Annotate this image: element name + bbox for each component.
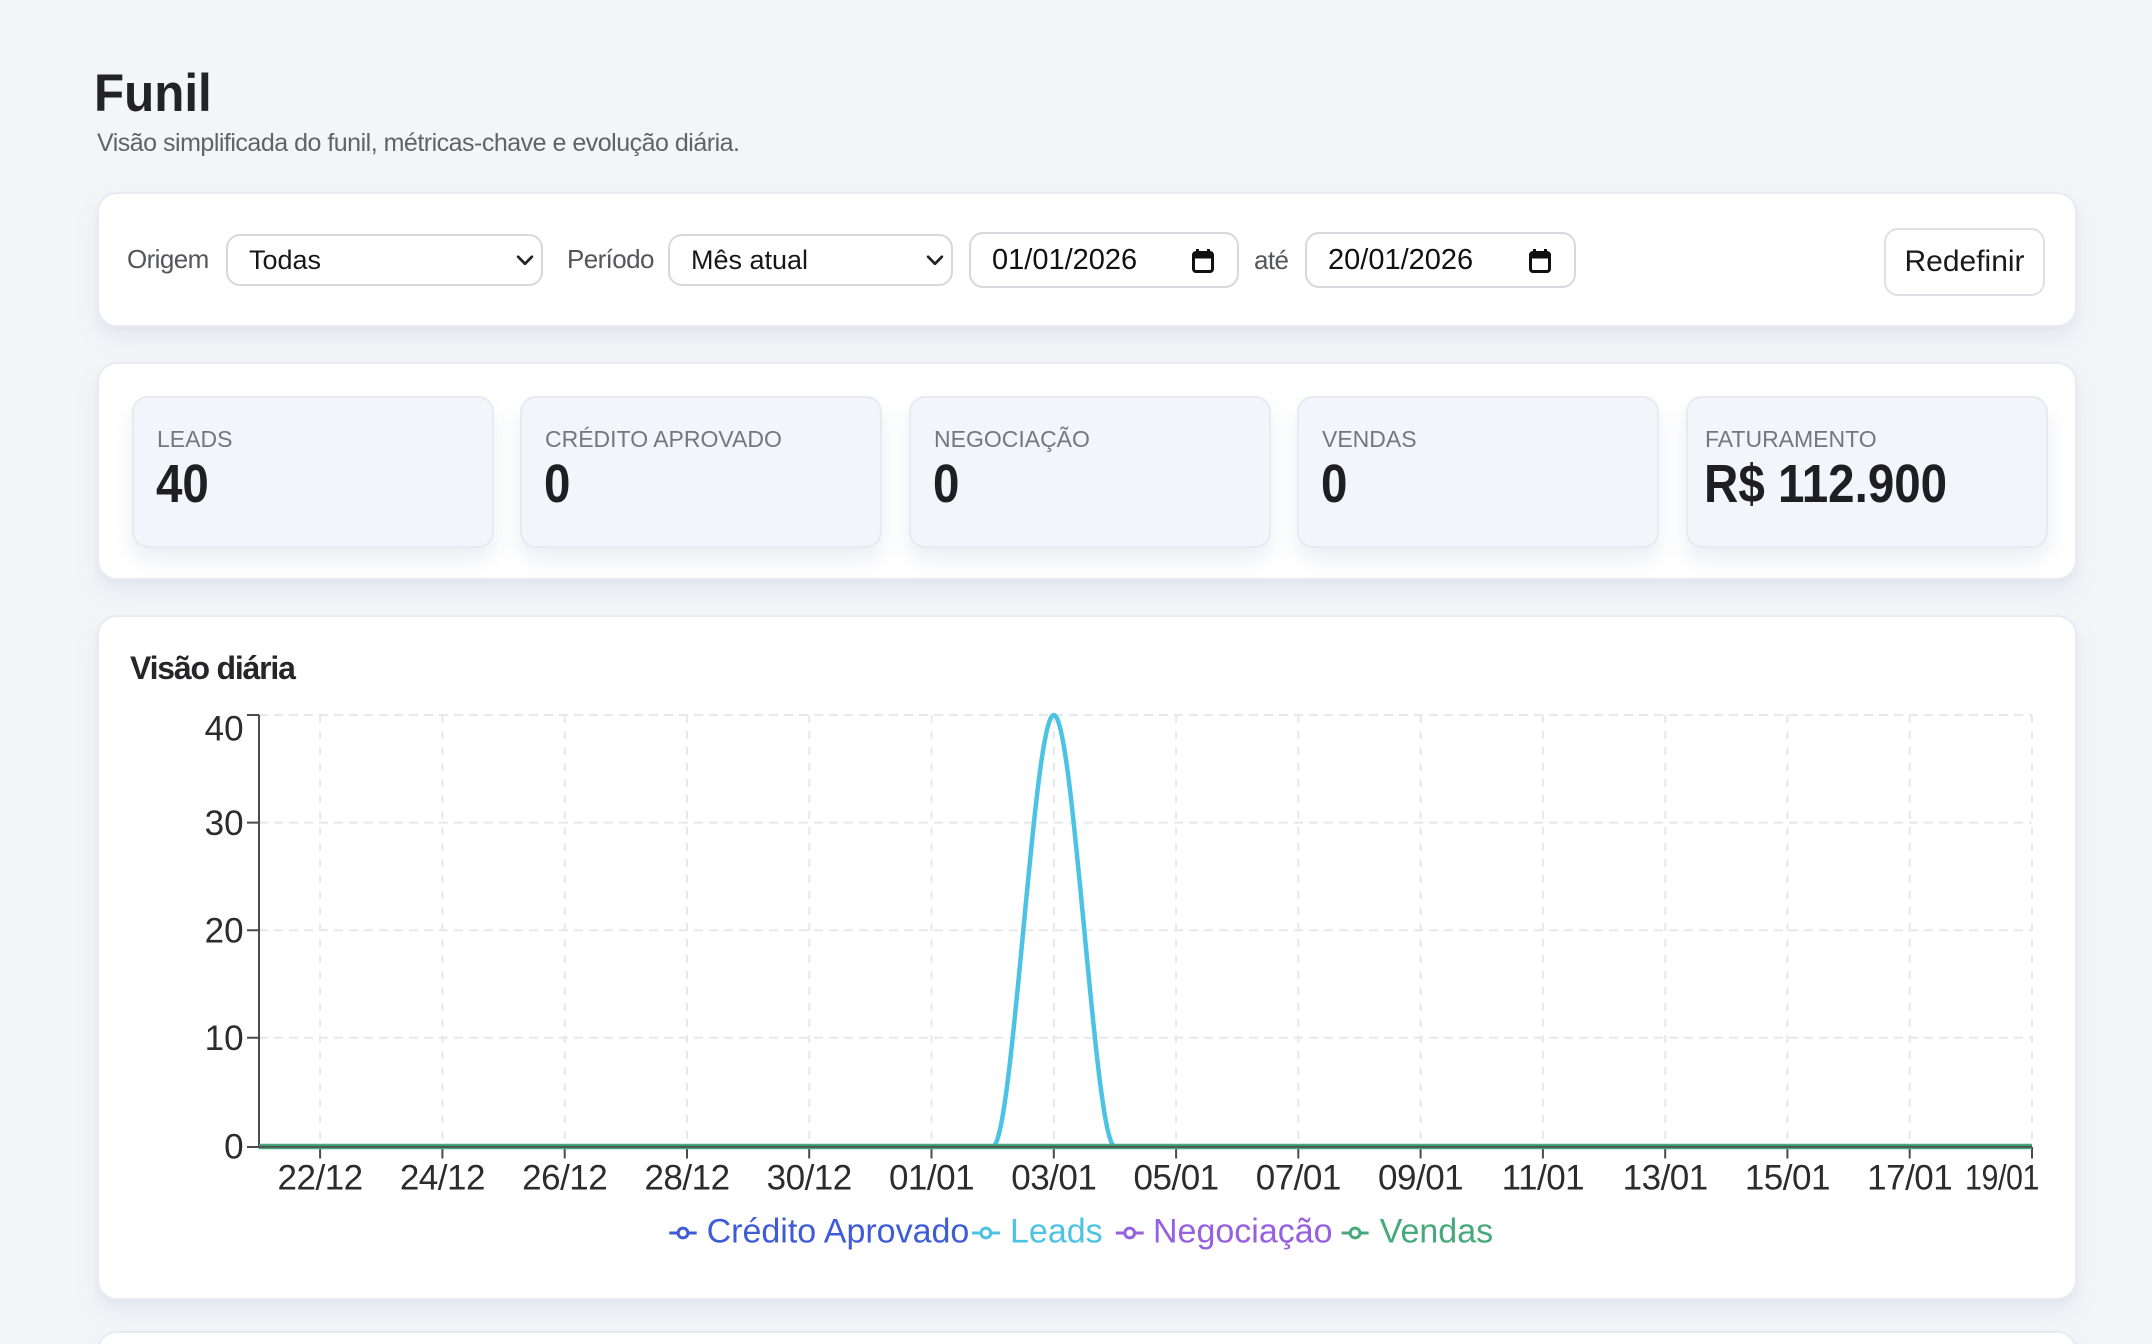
svg-text:Crédito Aprovado: Crédito Aprovado (707, 1213, 970, 1251)
svg-text:15/01: 15/01 (1745, 1159, 1830, 1198)
svg-text:0: 0 (224, 1128, 243, 1167)
svg-text:20: 20 (205, 911, 244, 950)
svg-text:Negociação: Negociação (1153, 1213, 1333, 1251)
svg-text:01/01: 01/01 (889, 1159, 974, 1198)
svg-text:13/01: 13/01 (1623, 1159, 1708, 1198)
svg-text:05/01: 05/01 (1134, 1159, 1219, 1198)
svg-text:28/12: 28/12 (644, 1159, 729, 1198)
svg-text:Leads: Leads (1010, 1213, 1103, 1251)
svg-text:30: 30 (205, 804, 244, 843)
svg-text:24/12: 24/12 (400, 1159, 485, 1198)
svg-text:30/12: 30/12 (767, 1159, 852, 1198)
svg-text:10: 10 (205, 1019, 244, 1058)
svg-text:03/01: 03/01 (1011, 1159, 1096, 1198)
svg-text:17/01: 17/01 (1867, 1159, 1952, 1198)
svg-text:26/12: 26/12 (522, 1159, 607, 1198)
svg-text:Vendas: Vendas (1380, 1213, 1493, 1251)
svg-text:40: 40 (205, 710, 244, 749)
svg-text:09/01: 09/01 (1378, 1159, 1463, 1198)
svg-text:22/12: 22/12 (278, 1159, 363, 1198)
svg-text:07/01: 07/01 (1256, 1159, 1341, 1198)
svg-text:19/01: 19/01 (1965, 1159, 2039, 1198)
svg-text:Visão diária: Visão diária (130, 650, 296, 686)
svg-text:11/01: 11/01 (1502, 1159, 1585, 1198)
